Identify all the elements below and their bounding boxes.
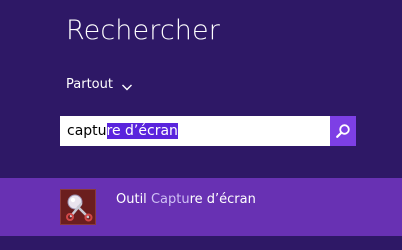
search-input[interactable]: capture d’écran	[67, 121, 178, 141]
result-label-suffix: re d’écran	[189, 192, 256, 207]
result-label-match: Captu	[150, 192, 190, 207]
search-autocomplete-selection: re d’écran	[106, 123, 178, 139]
search-typed-text: captu	[67, 123, 107, 139]
page-title: Rechercher	[66, 15, 220, 46]
snipping-tool-icon	[60, 189, 96, 225]
search-field[interactable]: capture d’écran	[60, 116, 356, 146]
search-charm: Rechercher Partout capture d’écran Outil…	[0, 0, 402, 250]
search-icon	[335, 123, 351, 139]
scope-dropdown[interactable]: Partout	[66, 76, 133, 94]
result-label-prefix: Outil	[116, 192, 151, 207]
scope-label: Partout	[66, 77, 113, 92]
search-button[interactable]	[330, 116, 356, 146]
result-label: Outil Capture d’écran	[116, 191, 256, 209]
chevron-down-icon	[121, 80, 133, 91]
result-item-snipping-tool[interactable]: Outil Capture d’écran	[0, 178, 402, 236]
